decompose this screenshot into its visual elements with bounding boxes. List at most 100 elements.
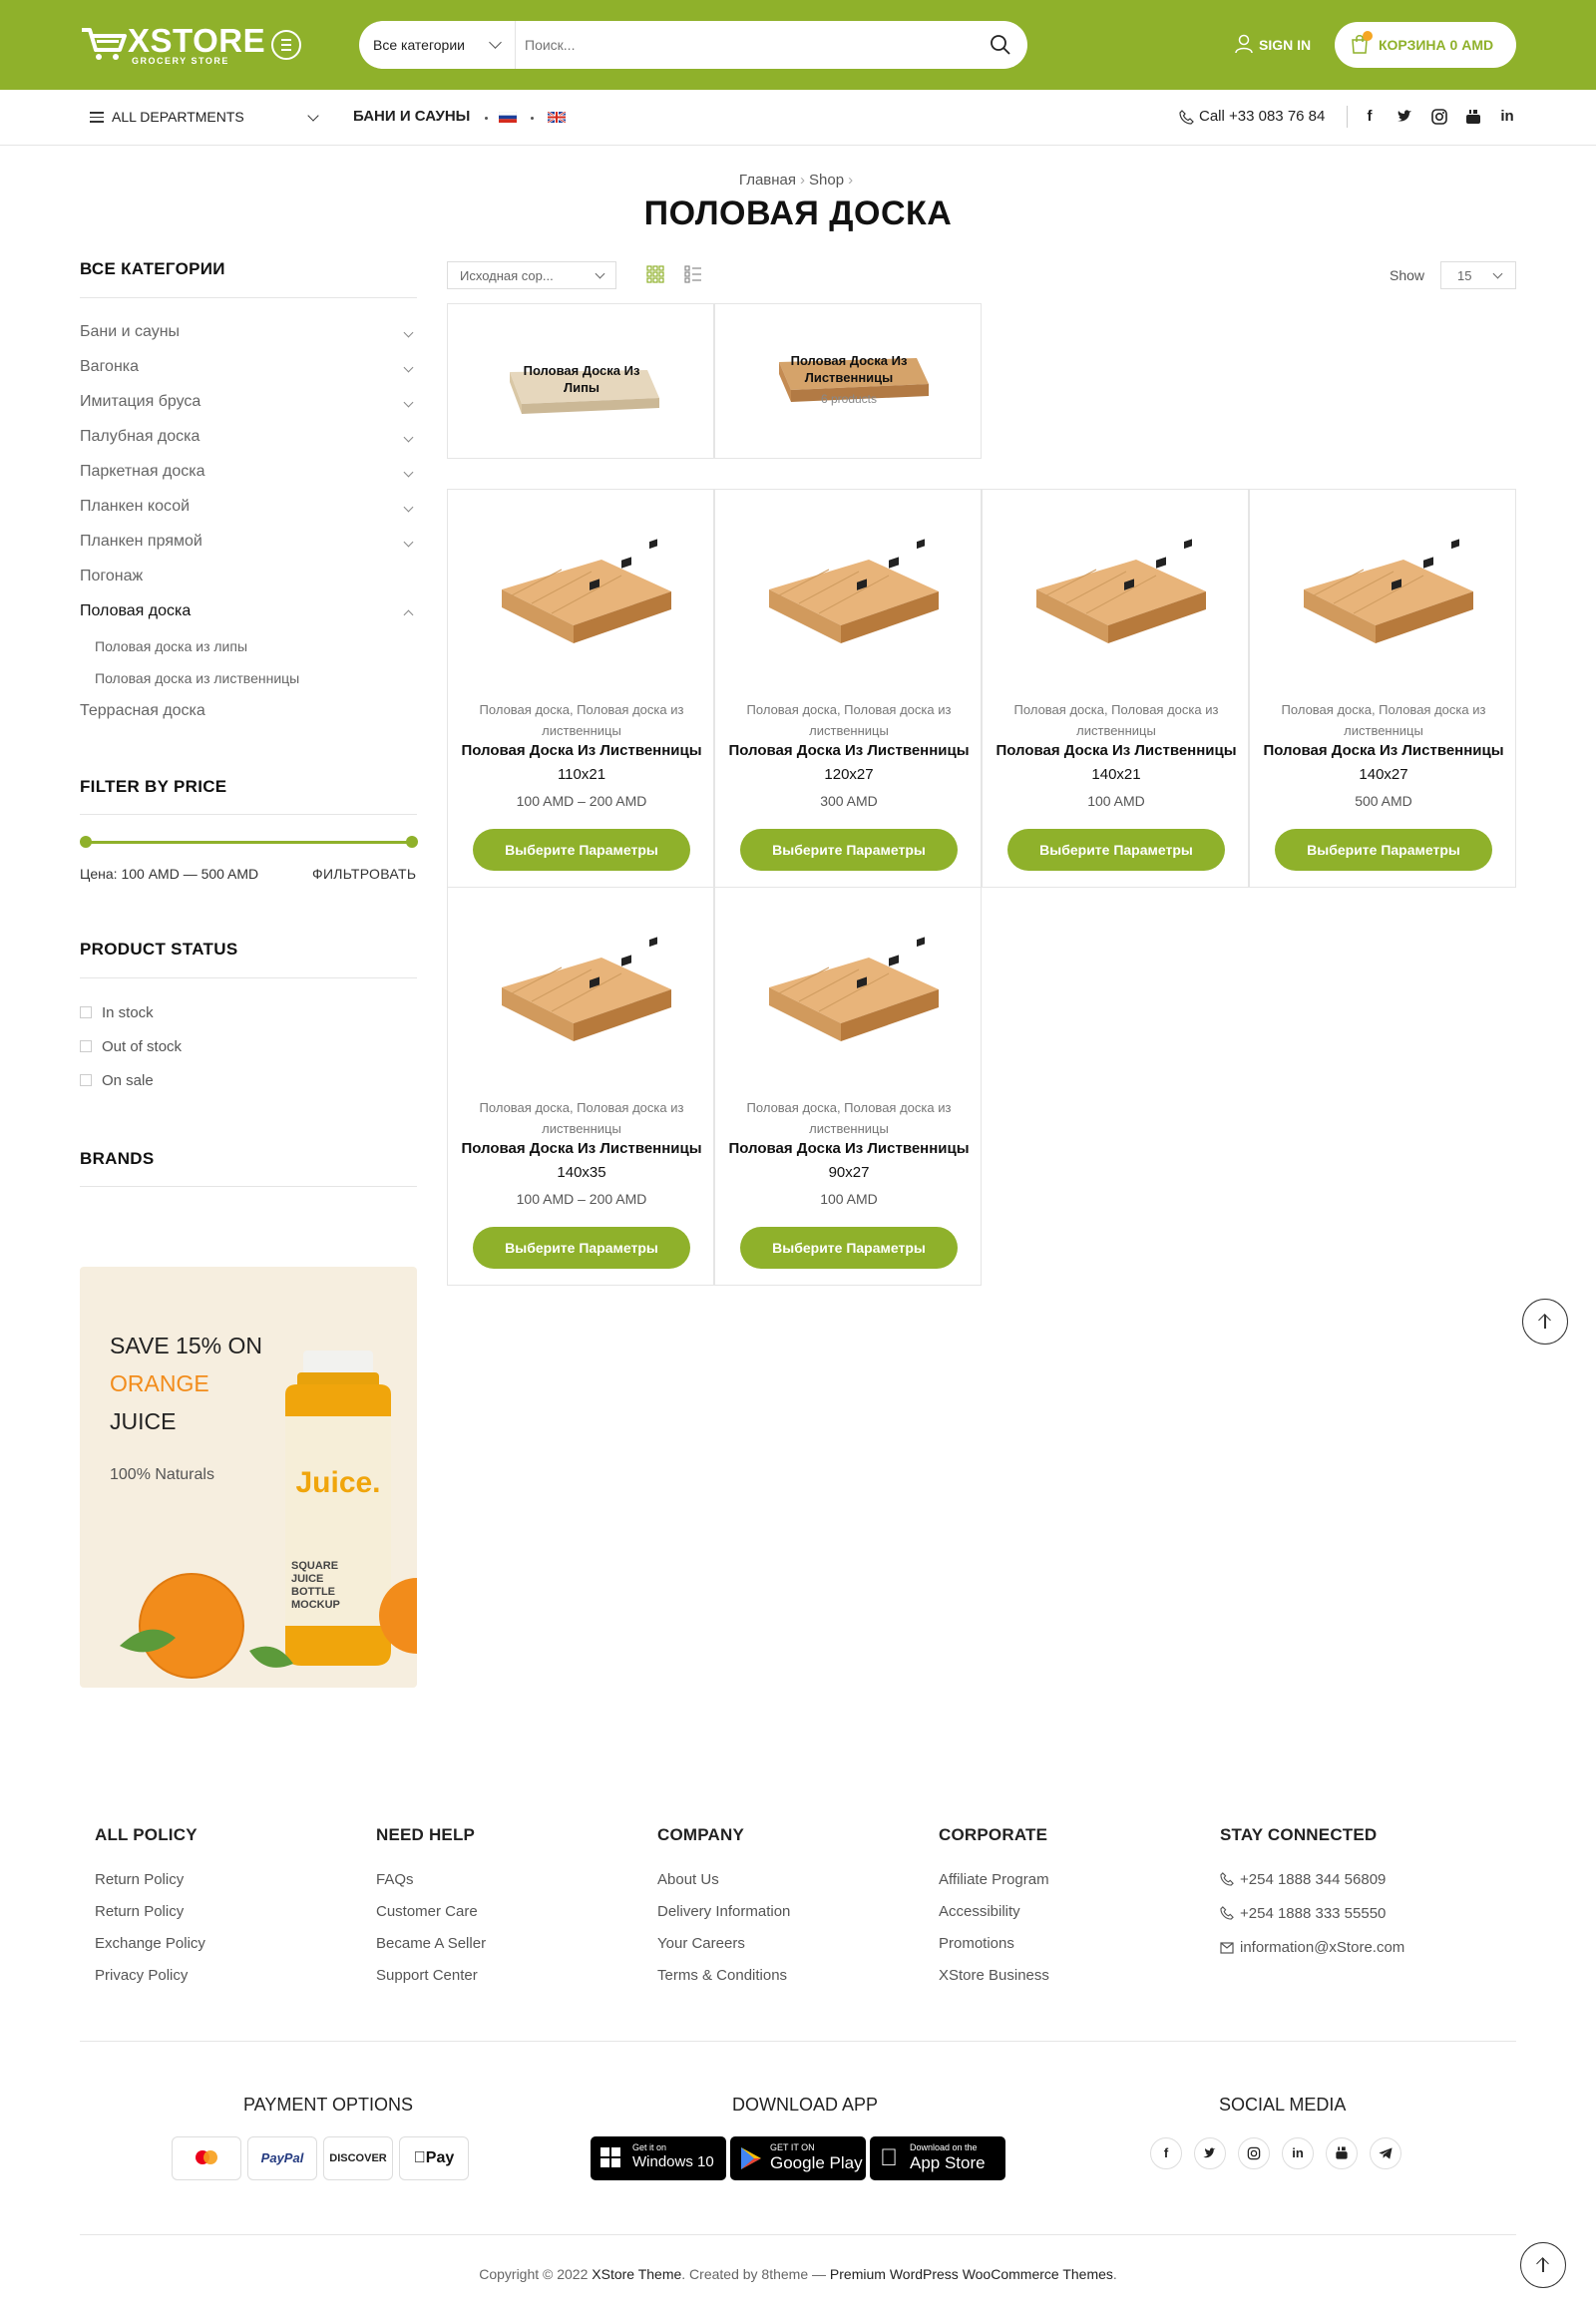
product-name[interactable]: Половая Доска Из Лиственницы 140x35 [460, 1137, 703, 1185]
search-input[interactable] [525, 31, 964, 59]
footer-link[interactable]: XStore Business [939, 1967, 1049, 1984]
back-to-top-bottom-button[interactable] [1520, 2242, 1566, 2288]
logo[interactable]: XSTORE GROCERY STORE [80, 22, 265, 68]
product-categories[interactable]: Половая доска, Половая доска из лиственн… [995, 699, 1238, 741]
footer-link[interactable]: About Us [657, 1871, 719, 1888]
status-on-sale[interactable]: On sale [80, 1072, 154, 1089]
status-out-of-stock[interactable]: Out of stock [80, 1038, 182, 1055]
select-options-button[interactable]: Выберите Параметры [740, 1227, 958, 1269]
category-link[interactable]: Террасная доска [80, 702, 205, 720]
google-play-button[interactable]: GET IT ON Google Play [730, 2136, 866, 2180]
category-link[interactable]: Планкен косой [80, 498, 190, 516]
product-image[interactable] [482, 530, 681, 659]
category-link[interactable]: Планкен прямой [80, 533, 202, 551]
list-view-icon[interactable] [684, 265, 702, 283]
xstore-theme-link[interactable]: XStore Theme [592, 2266, 681, 2282]
product-image[interactable] [749, 530, 949, 659]
product-card[interactable]: Половая доска, Половая доска из лиственн… [714, 489, 982, 888]
footer-link[interactable]: Accessibility [939, 1903, 1020, 1920]
chevron-down-icon[interactable] [403, 432, 414, 443]
show-per-page-select[interactable]: 15 [1440, 261, 1516, 289]
price-min-handle[interactable] [80, 836, 92, 848]
linkedin-icon[interactable]: in [1498, 108, 1516, 126]
footer-link[interactable]: Became A Seller [376, 1935, 486, 1952]
footer-link[interactable]: Promotions [939, 1935, 1014, 1952]
checkbox[interactable] [80, 1074, 92, 1086]
product-categories[interactable]: Половая доска, Половая доска из лиственн… [727, 699, 971, 741]
category-link-active[interactable]: Половая доска [80, 602, 191, 620]
flag-uk-icon[interactable] [548, 112, 566, 123]
search-icon[interactable] [990, 34, 1011, 56]
checkbox[interactable] [80, 1040, 92, 1052]
select-options-button[interactable]: Выберите Параметры [1275, 829, 1492, 871]
chevron-up-icon[interactable] [403, 609, 414, 620]
youtube-icon[interactable] [1326, 2137, 1358, 2169]
subcategory-link[interactable]: Половая доска из лиственницы [95, 670, 299, 686]
cart-button[interactable]: КОРЗИНА 0 AMD [1335, 22, 1516, 68]
footer-link[interactable]: Return Policy [95, 1871, 184, 1888]
product-card[interactable]: Половая доска, Половая доска из лиственн… [447, 887, 714, 1286]
price-max-handle[interactable] [406, 836, 418, 848]
app-store-button[interactable]:  Download on the App Store [870, 2136, 1005, 2180]
subcategory-link[interactable]: Половая доска из липы [95, 638, 247, 654]
instagram-icon[interactable] [1430, 108, 1448, 126]
category-link[interactable]: Имитация бруса [80, 393, 200, 411]
instagram-icon[interactable] [1238, 2137, 1270, 2169]
chevron-down-icon[interactable] [403, 397, 414, 408]
chevron-down-icon[interactable] [403, 502, 414, 513]
category-link[interactable]: Вагонка [80, 358, 139, 376]
product-name[interactable]: Половая Доска Из Лиственницы 110x21 [460, 739, 703, 787]
category-link[interactable]: Паркетная доска [80, 463, 205, 481]
menu-icon[interactable] [271, 30, 301, 60]
select-options-button[interactable]: Выберите Параметры [1007, 829, 1225, 871]
status-in-stock[interactable]: In stock [80, 1004, 154, 1021]
breadcrumb-shop[interactable]: Shop [809, 172, 844, 189]
footer-link[interactable]: Return Policy [95, 1903, 184, 1920]
footer-link[interactable]: Customer Care [376, 1903, 478, 1920]
product-image[interactable] [482, 928, 681, 1057]
footer-link[interactable]: Terms & Conditions [657, 1967, 787, 1984]
product-name[interactable]: Половая Доска Из Лиственницы 120x27 [727, 739, 971, 787]
select-options-button[interactable]: Выберите Параметры [740, 829, 958, 871]
footer-link[interactable]: Delivery Information [657, 1903, 790, 1920]
select-options-button[interactable]: Выберите Параметры [473, 829, 690, 871]
facebook-icon[interactable]: f [1150, 2137, 1182, 2169]
category-link[interactable]: Погонаж [80, 568, 143, 585]
product-categories[interactable]: Половая доска, Половая доска из лиственн… [727, 1097, 971, 1139]
back-to-top-button[interactable] [1522, 1299, 1568, 1345]
category-link[interactable]: Палубная доска [80, 428, 200, 446]
flag-ru-icon[interactable] [499, 112, 517, 123]
product-categories[interactable]: Половая доска, Половая доска из лиственн… [1262, 699, 1505, 741]
category-card[interactable]: Половая Доска Из Лиственницы 6 products [714, 303, 982, 459]
product-image[interactable] [749, 928, 949, 1057]
windows-store-button[interactable]: Get it on Windows 10 [591, 2136, 726, 2180]
product-categories[interactable]: Половая доска, Половая доска из лиственн… [460, 699, 703, 741]
premium-themes-link[interactable]: Premium WordPress WooCommerce Themes [830, 2266, 1113, 2282]
product-card[interactable]: Половая доска, Половая доска из лиственн… [982, 489, 1249, 888]
facebook-icon[interactable]: f [1361, 108, 1379, 126]
sort-select[interactable]: Исходная сор... [447, 261, 616, 289]
breadcrumb-home[interactable]: Главная [739, 172, 796, 189]
search-category-select[interactable]: Все категории [373, 21, 465, 69]
youtube-icon[interactable] [1464, 108, 1482, 126]
twitter-icon[interactable] [1194, 2137, 1226, 2169]
chevron-down-icon[interactable] [403, 537, 414, 548]
footer-link[interactable]: Exchange Policy [95, 1935, 205, 1952]
telegram-icon[interactable] [1370, 2137, 1401, 2169]
linkedin-icon[interactable]: in [1282, 2137, 1314, 2169]
checkbox[interactable] [80, 1006, 92, 1018]
footer-link[interactable]: +254 1888 333 55550 [1220, 1905, 1386, 1922]
footer-link[interactable]: Support Center [376, 1967, 478, 1984]
nav-link-bani[interactable]: БАНИ И САУНЫ [353, 108, 470, 125]
product-name[interactable]: Половая Доска Из Лиственницы 140x21 [995, 739, 1238, 787]
chevron-down-icon[interactable] [403, 467, 414, 478]
twitter-icon[interactable] [1396, 108, 1413, 126]
product-name[interactable]: Половая Доска Из Лиственницы 90x27 [727, 1137, 971, 1185]
select-options-button[interactable]: Выберите Параметры [473, 1227, 690, 1269]
product-card[interactable]: Половая доска, Половая доска из лиственн… [714, 887, 982, 1286]
product-image[interactable] [1016, 530, 1216, 659]
footer-link[interactable]: Your Careers [657, 1935, 745, 1952]
promo-banner[interactable]: SAVE 15% ON ORANGE JUICE 100% Naturals J… [80, 1267, 417, 1688]
grid-view-icon[interactable] [646, 265, 664, 283]
chevron-down-icon[interactable] [489, 36, 502, 49]
